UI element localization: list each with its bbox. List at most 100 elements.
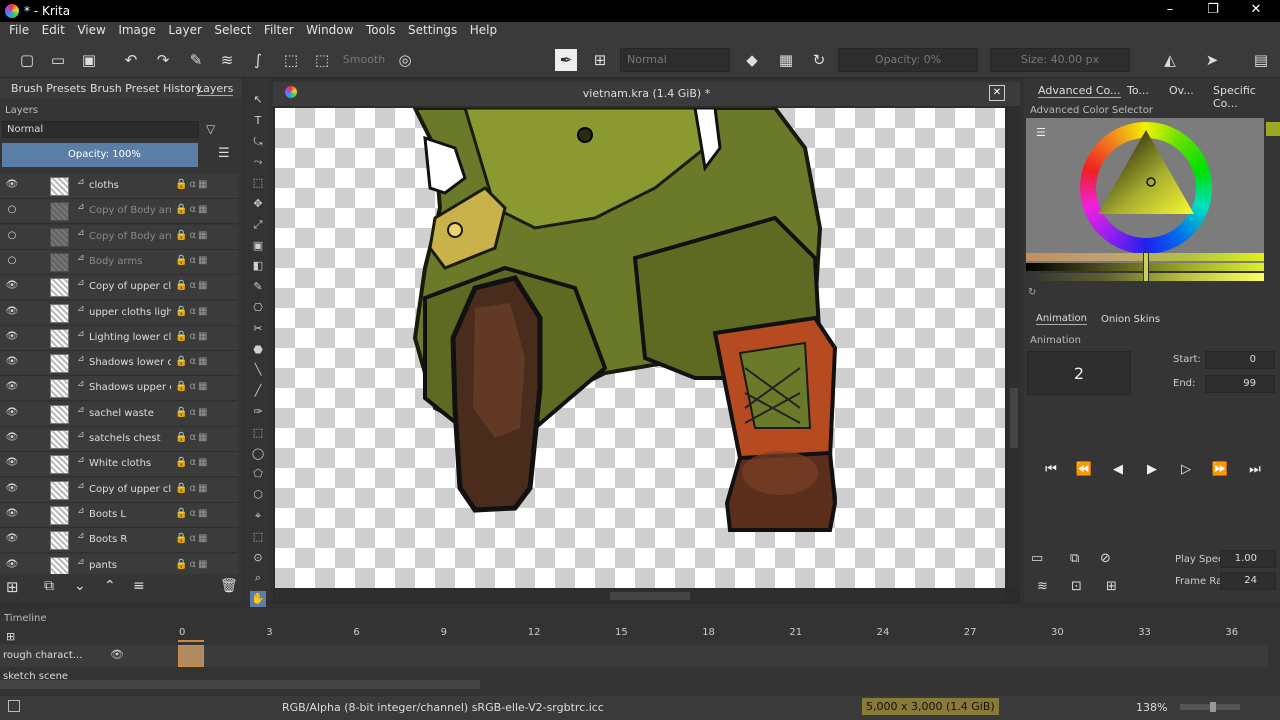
undo-icon[interactable]: ↶ — [120, 49, 142, 71]
h-scroll-thumb[interactable] — [610, 592, 690, 600]
eye-open-icon[interactable]: 👁 — [5, 559, 19, 571]
last-frame-icon[interactable]: ⏭ — [1244, 462, 1266, 482]
menu-edit[interactable]: Edit — [42, 22, 65, 37]
layer-lock-alpha-icons[interactable]: 🔒α▦ — [175, 204, 210, 215]
layer-row[interactable]: 👁 ⊿ Boots L 🔒α▦ — [0, 502, 238, 528]
pan-tool-icon[interactable]: ✋ — [250, 591, 266, 608]
copy-keyframe-icon[interactable]: ⧉ — [1070, 551, 1079, 566]
bezier-select-tool-icon[interactable]: ⊙ — [250, 550, 266, 566]
layer-lock-alpha-icons[interactable]: 🔒α▦ — [175, 255, 210, 266]
layer-lock-alpha-icons[interactable]: 🔒α▦ — [175, 179, 210, 190]
tab-tool-options[interactable]: To... — [1127, 84, 1149, 97]
timeline-row[interactable]: sketch scene — [0, 669, 1268, 679]
mirror-horizontal-icon[interactable]: ◭ — [1159, 49, 1181, 71]
remove-keyframe-icon[interactable]: ⊘ — [1100, 551, 1111, 566]
layer-opacity-slider[interactable]: Opacity: 100% — [2, 143, 198, 167]
eye-open-icon[interactable]: 👁 — [5, 407, 19, 419]
layer-row[interactable]: 👁 ⊿ satchels chest 🔒α▦ — [0, 427, 238, 452]
freehand-select-tool-icon[interactable]: ⬡ — [250, 487, 266, 503]
play-icon[interactable]: ▶ — [1141, 462, 1163, 482]
timeline-scrollbar[interactable] — [0, 680, 480, 689]
fill-tool-icon[interactable]: ⬣ — [250, 342, 266, 358]
eye-closed-icon[interactable]: ○ — [5, 204, 19, 216]
tab-overview[interactable]: Ov... — [1169, 84, 1194, 97]
layer-lock-alpha-icons[interactable]: 🔒α▦ — [175, 457, 210, 468]
blend-mode-select[interactable]: Normal — [620, 48, 730, 72]
ellipse-select-tool-icon[interactable]: ◯ — [250, 446, 266, 462]
next-frame-icon[interactable]: ▷ — [1175, 462, 1197, 482]
select-shapes-tool-icon[interactable]: ↖ — [250, 92, 266, 108]
timeline-row[interactable]: rough charact... 👁 — [0, 645, 1268, 667]
layer-row[interactable]: 👁 ⊿ White cloths 🔒α▦ — [0, 452, 238, 478]
transform-tool-icon[interactable]: ⤢ — [250, 217, 266, 233]
fill-pattern-tool-icon[interactable]: ◧ — [250, 258, 266, 274]
layer-settings-icon[interactable]: ≡ — [133, 578, 145, 594]
tab-specific-color[interactable]: Specific Co... — [1213, 84, 1280, 110]
drawing-canvas[interactable] — [275, 108, 1005, 588]
move-layer-up-icon[interactable]: ⌃ — [104, 578, 116, 594]
menu-image[interactable]: Image — [118, 22, 156, 37]
eye-open-icon[interactable]: 👁 — [5, 179, 19, 191]
minimize-button[interactable]: – — [1155, 2, 1185, 17]
layer-lock-alpha-icons[interactable]: 🔒α▦ — [175, 508, 210, 519]
frame-rate-input[interactable]: 24 — [1220, 572, 1276, 590]
start-frame-input[interactable]: 0 — [1205, 351, 1275, 369]
menu-select[interactable]: Select — [214, 22, 251, 37]
transform-icon[interactable]: ⬚ — [280, 49, 302, 71]
eye-open-icon[interactable]: 👁 — [5, 457, 19, 469]
menu-window[interactable]: Window — [306, 22, 353, 37]
close-document-icon[interactable]: ✕ — [989, 85, 1005, 101]
next-keyframe-icon[interactable]: ⏩ — [1209, 462, 1231, 482]
eraser-icon[interactable]: ◆ — [741, 49, 763, 71]
menu-help[interactable]: Help — [470, 22, 497, 37]
layer-row[interactable]: 👁 ⊿ upper cloths light... 🔒α▦ — [0, 300, 238, 326]
refresh-color-icon[interactable]: ↻ — [1028, 287, 1036, 298]
eye-closed-icon[interactable]: ○ — [5, 255, 19, 267]
first-frame-icon[interactable]: ⏮ — [1040, 462, 1062, 482]
move-layer-down-icon[interactable]: ⌄ — [74, 578, 86, 594]
curve-icon[interactable]: ∫ — [247, 49, 269, 71]
layer-row[interactable]: ○ ⊿ Copy of Body arms 🔒α▦ — [0, 224, 238, 250]
color-sampler-tool-icon[interactable]: ⎔ — [250, 300, 266, 316]
move-tool-icon[interactable]: ✥ — [250, 196, 266, 212]
tab-layers[interactable]: Layers — [197, 82, 234, 96]
tab-advanced-color[interactable]: Advanced Co... — [1038, 84, 1121, 98]
eye-open-icon[interactable]: 👁 — [5, 280, 19, 292]
saturation-triangle[interactable] — [1096, 128, 1196, 218]
layer-lock-alpha-icons[interactable]: 🔒α▦ — [175, 559, 210, 570]
menu-layer[interactable]: Layer — [168, 22, 201, 37]
save-icon[interactable]: ▣ — [78, 49, 100, 71]
v-scroll-thumb[interactable] — [1010, 388, 1018, 448]
size-slider[interactable]: Size: 40.00 px — [990, 48, 1130, 72]
layer-lock-alpha-icons[interactable]: 🔒α▦ — [175, 483, 210, 494]
timeline-visibility-icon[interactable]: 👁 — [110, 648, 124, 661]
layer-row[interactable]: 👁 ⊿ Copy of upper cl... 🔒α▦ — [0, 477, 238, 503]
reload-preset-icon[interactable]: ↻ — [808, 49, 830, 71]
similar-select-tool-icon[interactable]: ⬚ — [250, 529, 266, 545]
filter-icon[interactable]: ▽ — [206, 122, 215, 136]
smart-patch-tool-icon[interactable]: ✂ — [250, 321, 266, 337]
eye-open-icon[interactable]: 👁 — [5, 331, 19, 343]
layer-row[interactable]: ○ ⊿ Copy of Body arms 🔒α▦ — [0, 199, 238, 225]
layer-row[interactable]: 👁 ⊿ Shadows lower cl... 🔒α▦ — [0, 351, 238, 377]
alpha-lock-icon[interactable]: ▦ — [775, 49, 797, 71]
close-window-button[interactable]: ✕ — [1241, 2, 1271, 17]
rectangle-draw-tool-icon[interactable]: ╱ — [250, 383, 266, 399]
text-tool-icon[interactable]: T — [250, 113, 266, 129]
canvas-v-scrollbar[interactable] — [1008, 108, 1020, 588]
loop-icon[interactable]: ⊞ — [1106, 579, 1117, 594]
previous-frame-icon[interactable]: ◀ — [1107, 462, 1129, 482]
opacity-slider[interactable]: Opacity: 0% — [838, 48, 978, 72]
selection-icon[interactable]: ⬚ — [311, 49, 333, 71]
eye-open-icon[interactable]: 👁 — [5, 306, 19, 318]
new-document-icon[interactable]: ▢ — [16, 49, 38, 71]
layer-row[interactable]: 👁 ⊿ Lighting lower cl... 🔒α▦ — [0, 325, 238, 351]
menu-file[interactable]: File — [9, 22, 29, 37]
layer-properties-icon[interactable]: ☰ — [218, 146, 230, 161]
menu-tools[interactable]: Tools — [366, 22, 396, 37]
selected-frame-cell[interactable] — [178, 645, 204, 667]
layer-lock-alpha-icons[interactable]: 🔒α▦ — [175, 331, 210, 342]
zoom-tool-icon[interactable]: ⌕ — [250, 570, 266, 586]
workspace-icon[interactable]: ⊞ — [589, 49, 611, 71]
layer-lock-alpha-icons[interactable]: 🔒α▦ — [175, 306, 210, 317]
